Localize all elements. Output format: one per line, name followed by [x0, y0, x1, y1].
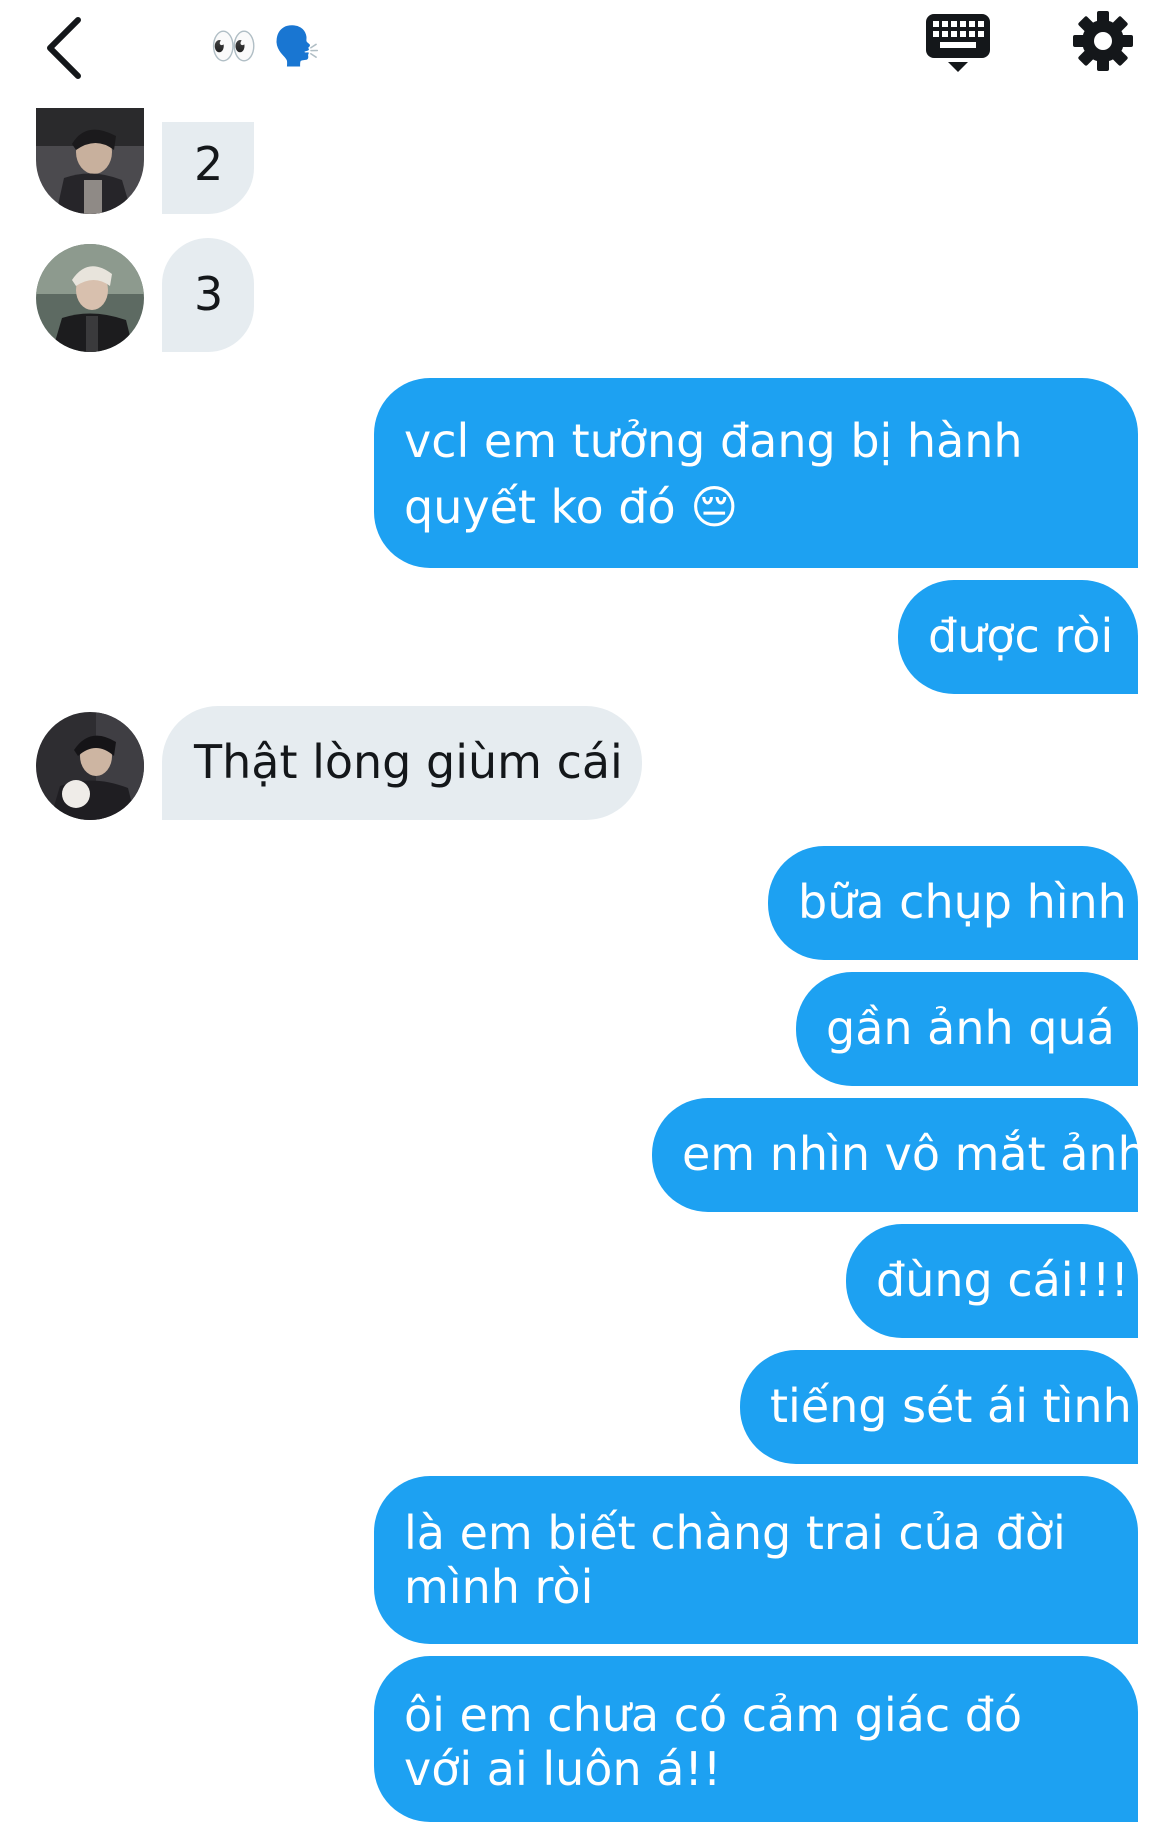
message-text: em nhìn vô mắt ảnh — [682, 1127, 1147, 1181]
message-bubble-outgoing[interactable]: vcl em tưởng đang bị hành quyết ko đó 😔 — [374, 378, 1138, 568]
message-text: tiếng sét ái tình — [770, 1379, 1132, 1433]
conversation-header: 👀 🗣️ — [0, 0, 1170, 110]
message-text: là em biết chàng trai của đời mình ròi — [404, 1506, 1066, 1614]
back-button[interactable] — [36, 10, 96, 80]
gear-icon — [1073, 11, 1133, 71]
message-bubble-outgoing[interactable]: bữa chụp hình — [768, 846, 1138, 960]
message-bubble-outgoing[interactable]: ôi em chưa có cảm giác đó với ai luôn á!… — [374, 1656, 1138, 1822]
message-text: bữa chụp hình — [798, 875, 1127, 929]
message-text: ôi em chưa có cảm giác đó với ai luôn á!… — [404, 1688, 1023, 1796]
avatar[interactable] — [36, 712, 144, 820]
message-text: gần ảnh quá — [826, 1001, 1115, 1055]
message-bubble-outgoing[interactable]: em nhìn vô mắt ảnh — [652, 1098, 1147, 1212]
message-bubble-outgoing[interactable]: đùng cái!!! — [846, 1224, 1138, 1338]
message-text: vcl em tưởng đang bị hành quyết ko đó 😔 — [404, 414, 1023, 534]
message-bubble-outgoing[interactable]: gần ảnh quá — [796, 972, 1138, 1086]
message-bubble-outgoing[interactable]: được ròi — [898, 580, 1138, 694]
message-text: được ròi — [928, 609, 1114, 663]
message-text: đùng cái!!! — [876, 1253, 1129, 1307]
keyboard-icon — [926, 14, 990, 72]
message-bubble-incoming[interactable]: 2 — [162, 122, 254, 214]
message-bubble-outgoing[interactable]: tiếng sét ái tình — [740, 1350, 1138, 1464]
avatar[interactable] — [36, 108, 144, 214]
settings-button[interactable] — [1072, 10, 1134, 72]
chevron-left-icon — [47, 17, 81, 79]
message-bubble-incoming[interactable]: 3 — [162, 238, 254, 352]
avatar[interactable] — [36, 244, 144, 352]
message-text: 2 — [194, 137, 224, 191]
keyboard-button[interactable] — [924, 10, 992, 76]
conversation-title[interactable]: 👀 🗣️ — [210, 18, 323, 74]
message-text: Thật lòng giùm cái — [194, 735, 623, 789]
message-bubble-incoming[interactable]: Thật lòng giùm cái — [162, 706, 642, 820]
message-text: 3 — [194, 267, 224, 321]
message-bubble-outgoing[interactable]: là em biết chàng trai của đời mình ròi — [374, 1476, 1138, 1644]
